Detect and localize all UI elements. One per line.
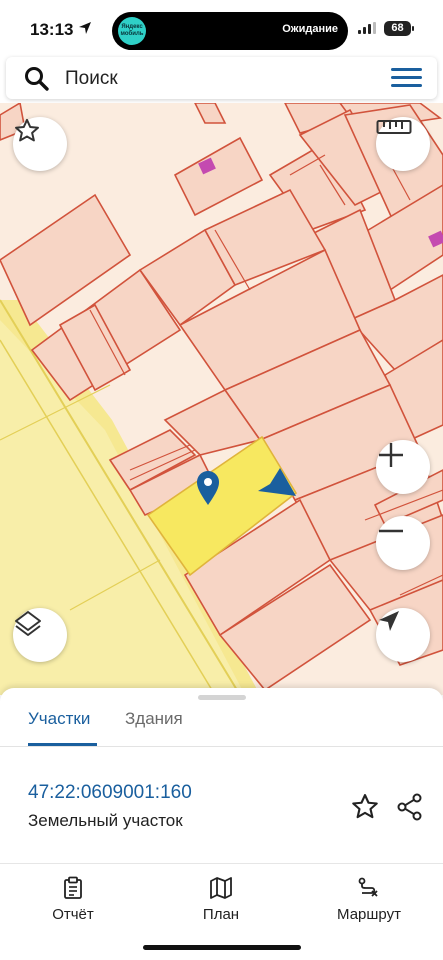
tab-parcels[interactable]: Участки [28, 709, 90, 729]
my-location-button[interactable] [376, 608, 430, 662]
dynamic-island: Яндекс мобиль Ожидание [112, 12, 348, 50]
cadastral-map[interactable] [0, 103, 443, 695]
signal-icon [358, 22, 376, 34]
tab-buildings[interactable]: Здания [125, 709, 183, 729]
status-bar: 13:13 Яндекс мобиль Ожидание 68 [0, 0, 443, 60]
star-outline-icon [15, 118, 39, 142]
route-icon [358, 877, 378, 897]
hamburger-menu-icon[interactable] [391, 68, 423, 88]
my-location-icon [379, 611, 399, 631]
star-favorite-icon[interactable] [350, 792, 380, 822]
layers-icon [15, 611, 41, 636]
parcel-type: Земельный участок [28, 811, 183, 830]
cadastral-number-link[interactable]: 47:22:0609001:160 [28, 782, 192, 804]
zoom-out-button[interactable] [376, 516, 430, 570]
favorite-button[interactable] [13, 117, 67, 171]
ruler-icon [376, 120, 412, 134]
nav-report-label: Отчёт [52, 906, 94, 923]
search-icon[interactable] [24, 66, 50, 92]
layers-button[interactable] [13, 608, 67, 662]
nav-route-label: Маршрут [337, 906, 401, 923]
sheet-tabs: Участки Здания [0, 700, 443, 747]
battery-icon: 68 [384, 21, 414, 36]
search-bar[interactable]: Поиск [6, 57, 437, 99]
zoom-out-icon [379, 529, 403, 533]
nav-route[interactable]: Маршрут [319, 876, 419, 923]
nav-plan[interactable]: План [171, 876, 271, 923]
island-app-badge: Яндекс мобиль [118, 17, 146, 45]
sheet-divider [0, 863, 443, 864]
ruler-button[interactable] [376, 117, 430, 171]
island-status-text: Ожидание [282, 23, 338, 35]
active-tab-indicator [28, 743, 97, 746]
share-icon[interactable] [395, 792, 425, 822]
home-indicator[interactable] [143, 945, 301, 950]
map-plan-icon [210, 877, 232, 899]
map-canvas[interactable] [0, 103, 443, 695]
zoom-in-icon [379, 443, 403, 467]
nav-plan-label: План [202, 906, 240, 923]
zoom-in-button[interactable] [376, 440, 430, 494]
nav-report[interactable]: Отчёт [23, 876, 123, 923]
location-arrow-icon [79, 22, 91, 34]
search-input[interactable]: Поиск [65, 68, 118, 90]
report-clipboard-icon [64, 876, 82, 899]
status-time: 13:13 [30, 20, 74, 39]
